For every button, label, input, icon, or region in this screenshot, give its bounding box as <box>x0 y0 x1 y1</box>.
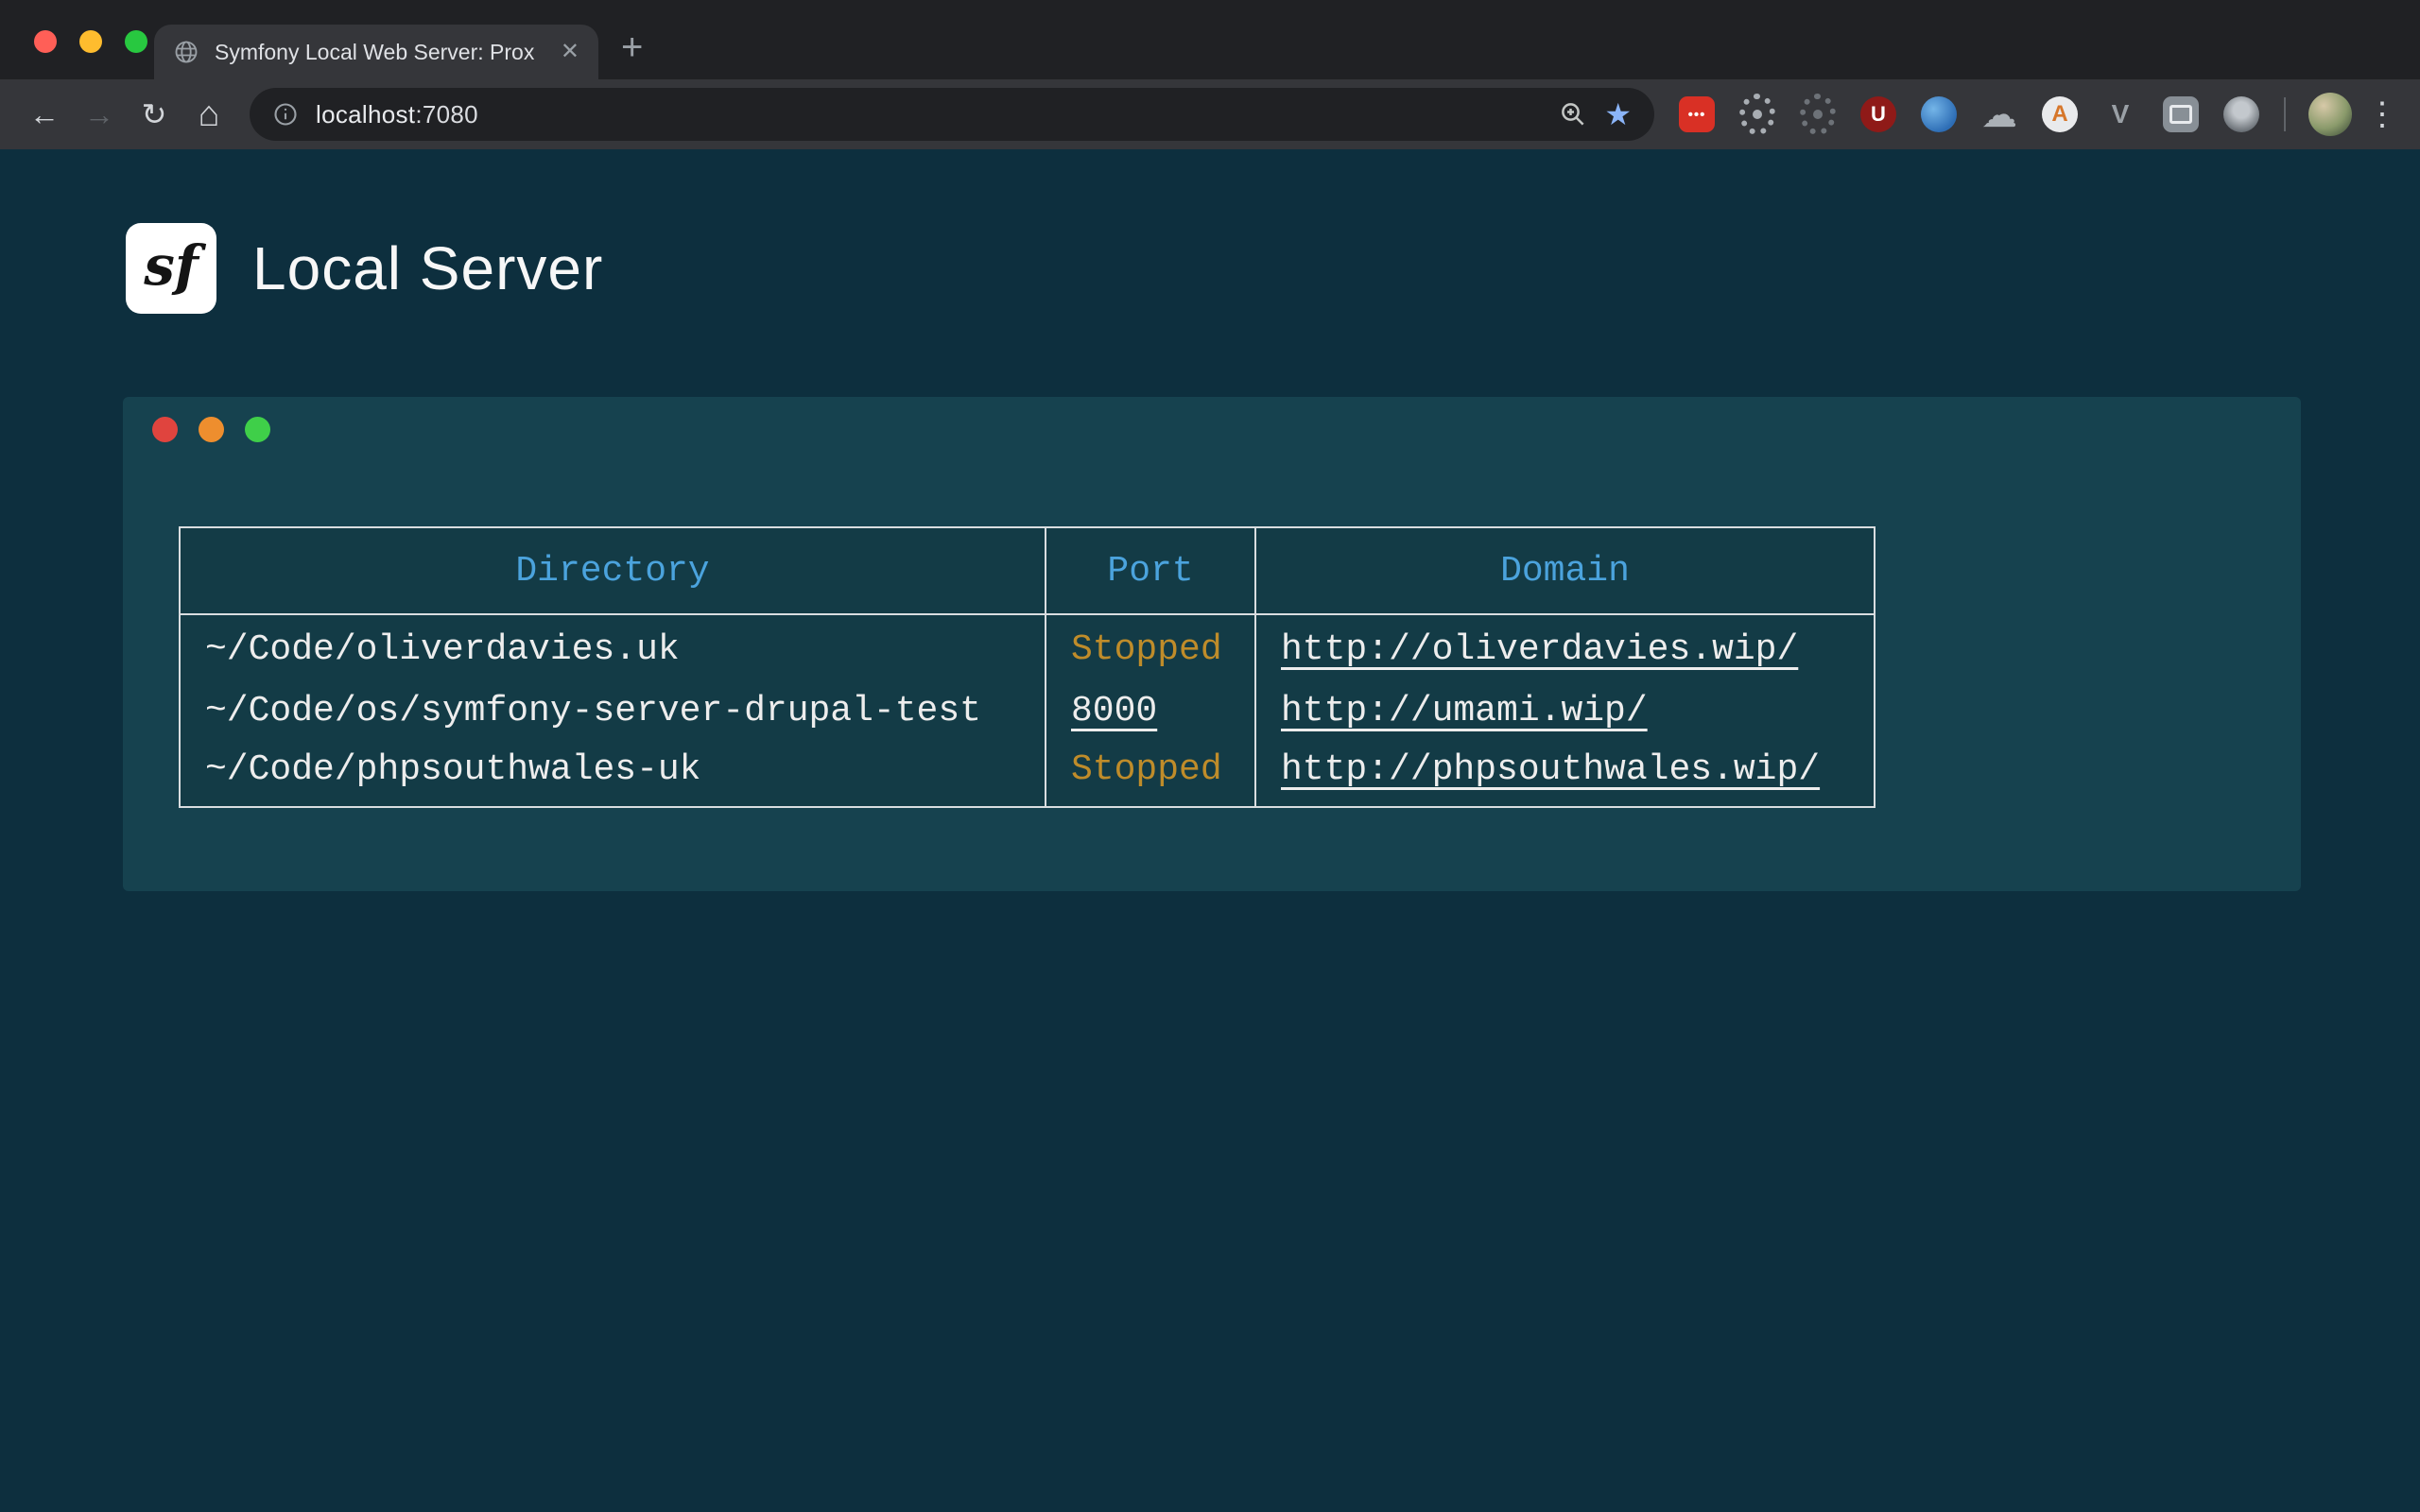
terminal-panel: Directory Port Domain ~/Code/oliverdavie… <box>123 397 2301 891</box>
page-title: Local Server <box>252 233 603 303</box>
tab-strip: Symfony Local Web Server: Prox ✕ + <box>0 0 2420 79</box>
reload-button[interactable]: ↻ <box>127 87 182 142</box>
url-host: localhost <box>316 100 415 129</box>
browser-tab[interactable]: Symfony Local Web Server: Prox ✕ <box>154 25 598 79</box>
column-header-directory: Directory <box>180 527 1046 614</box>
panel-dot-red <box>152 417 178 442</box>
panel-dot-green <box>245 417 270 442</box>
globe-favicon-icon <box>173 39 199 65</box>
extension-cloud-icon[interactable]: ☁ <box>1981 96 2017 132</box>
extensions-bar: ••• U ☁ A V <box>1668 96 2271 132</box>
window-controls <box>34 30 147 53</box>
symfony-logo: sf <box>126 223 216 314</box>
column-header-port: Port <box>1046 527 1255 614</box>
zoom-icon[interactable] <box>1559 100 1587 129</box>
directory-cell: ~/Code/os/symfony-server-drupal-test <box>180 679 1046 743</box>
domain-link[interactable]: http://phpsouthwales.wip/ <box>1281 749 1820 790</box>
back-button[interactable]: ← <box>17 87 72 142</box>
brand-header: sf Local Server <box>0 149 2420 314</box>
site-info-icon[interactable] <box>272 101 299 128</box>
domain-link[interactable]: http://oliverdavies.wip/ <box>1281 629 1798 670</box>
github-octocat-icon[interactable] <box>2223 96 2259 132</box>
port-status: Stopped <box>1071 749 1222 790</box>
ublock-origin-icon[interactable]: U <box>1860 96 1896 132</box>
profile-avatar[interactable] <box>2308 93 2352 136</box>
url-text[interactable]: localhost:7080 <box>316 100 478 129</box>
forward-button[interactable]: → <box>72 87 127 142</box>
extension-letter-a-icon[interactable]: A <box>2042 96 2078 132</box>
directory-cell: ~/Code/oliverdavies.uk <box>180 614 1046 679</box>
new-tab-button[interactable]: + <box>621 28 643 66</box>
table-row: ~/Code/os/symfony-server-drupal-test 800… <box>180 679 1875 743</box>
url-port: :7080 <box>415 100 478 129</box>
extension-gear-light-icon[interactable] <box>1739 96 1775 132</box>
browser-menu-icon[interactable]: ⋮ <box>2361 95 2403 133</box>
address-bar[interactable]: localhost:7080 ★ <box>250 88 1654 141</box>
panel-window-dots <box>123 397 2301 442</box>
minimize-window-button[interactable] <box>79 30 102 53</box>
vue-devtools-icon[interactable]: V <box>2102 96 2138 132</box>
extension-red-dots-icon[interactable]: ••• <box>1679 96 1715 132</box>
port-status: Stopped <box>1071 629 1222 670</box>
column-header-domain: Domain <box>1255 527 1875 614</box>
bookmark-star-icon[interactable]: ★ <box>1604 99 1632 129</box>
symfony-logo-glyph: sf <box>144 233 199 298</box>
table-header-row: Directory Port Domain <box>180 527 1875 614</box>
extension-blue-circle-icon[interactable] <box>1921 96 1957 132</box>
close-window-button[interactable] <box>34 30 57 53</box>
directory-cell: ~/Code/phpsouthwales-uk <box>180 743 1046 807</box>
tab-title: Symfony Local Web Server: Prox <box>215 40 545 65</box>
tab-close-icon[interactable]: ✕ <box>561 41 579 63</box>
browser-window: Symfony Local Web Server: Prox ✕ + ← → ↻… <box>0 0 2420 1512</box>
page-content: sf Local Server Directory Port Domain <box>0 149 2420 1512</box>
table-row: ~/Code/phpsouthwales-uk Stopped http://p… <box>180 743 1875 807</box>
toolbar-separator <box>2284 97 2286 131</box>
home-button[interactable]: ⌂ <box>182 87 236 142</box>
servers-table: Directory Port Domain ~/Code/oliverdavie… <box>179 526 1876 808</box>
port-link[interactable]: 8000 <box>1071 691 1157 731</box>
table-row: ~/Code/oliverdavies.uk Stopped http://ol… <box>180 614 1875 679</box>
extension-gear-dark-icon[interactable] <box>1800 96 1836 132</box>
zoom-window-button[interactable] <box>125 30 147 53</box>
panel-dot-orange <box>199 417 224 442</box>
browser-toolbar: ← → ↻ ⌂ localhost:7080 ★ ••• U <box>0 79 2420 149</box>
domain-link[interactable]: http://umami.wip/ <box>1281 691 1648 731</box>
extension-gray-app-icon[interactable] <box>2163 96 2199 132</box>
